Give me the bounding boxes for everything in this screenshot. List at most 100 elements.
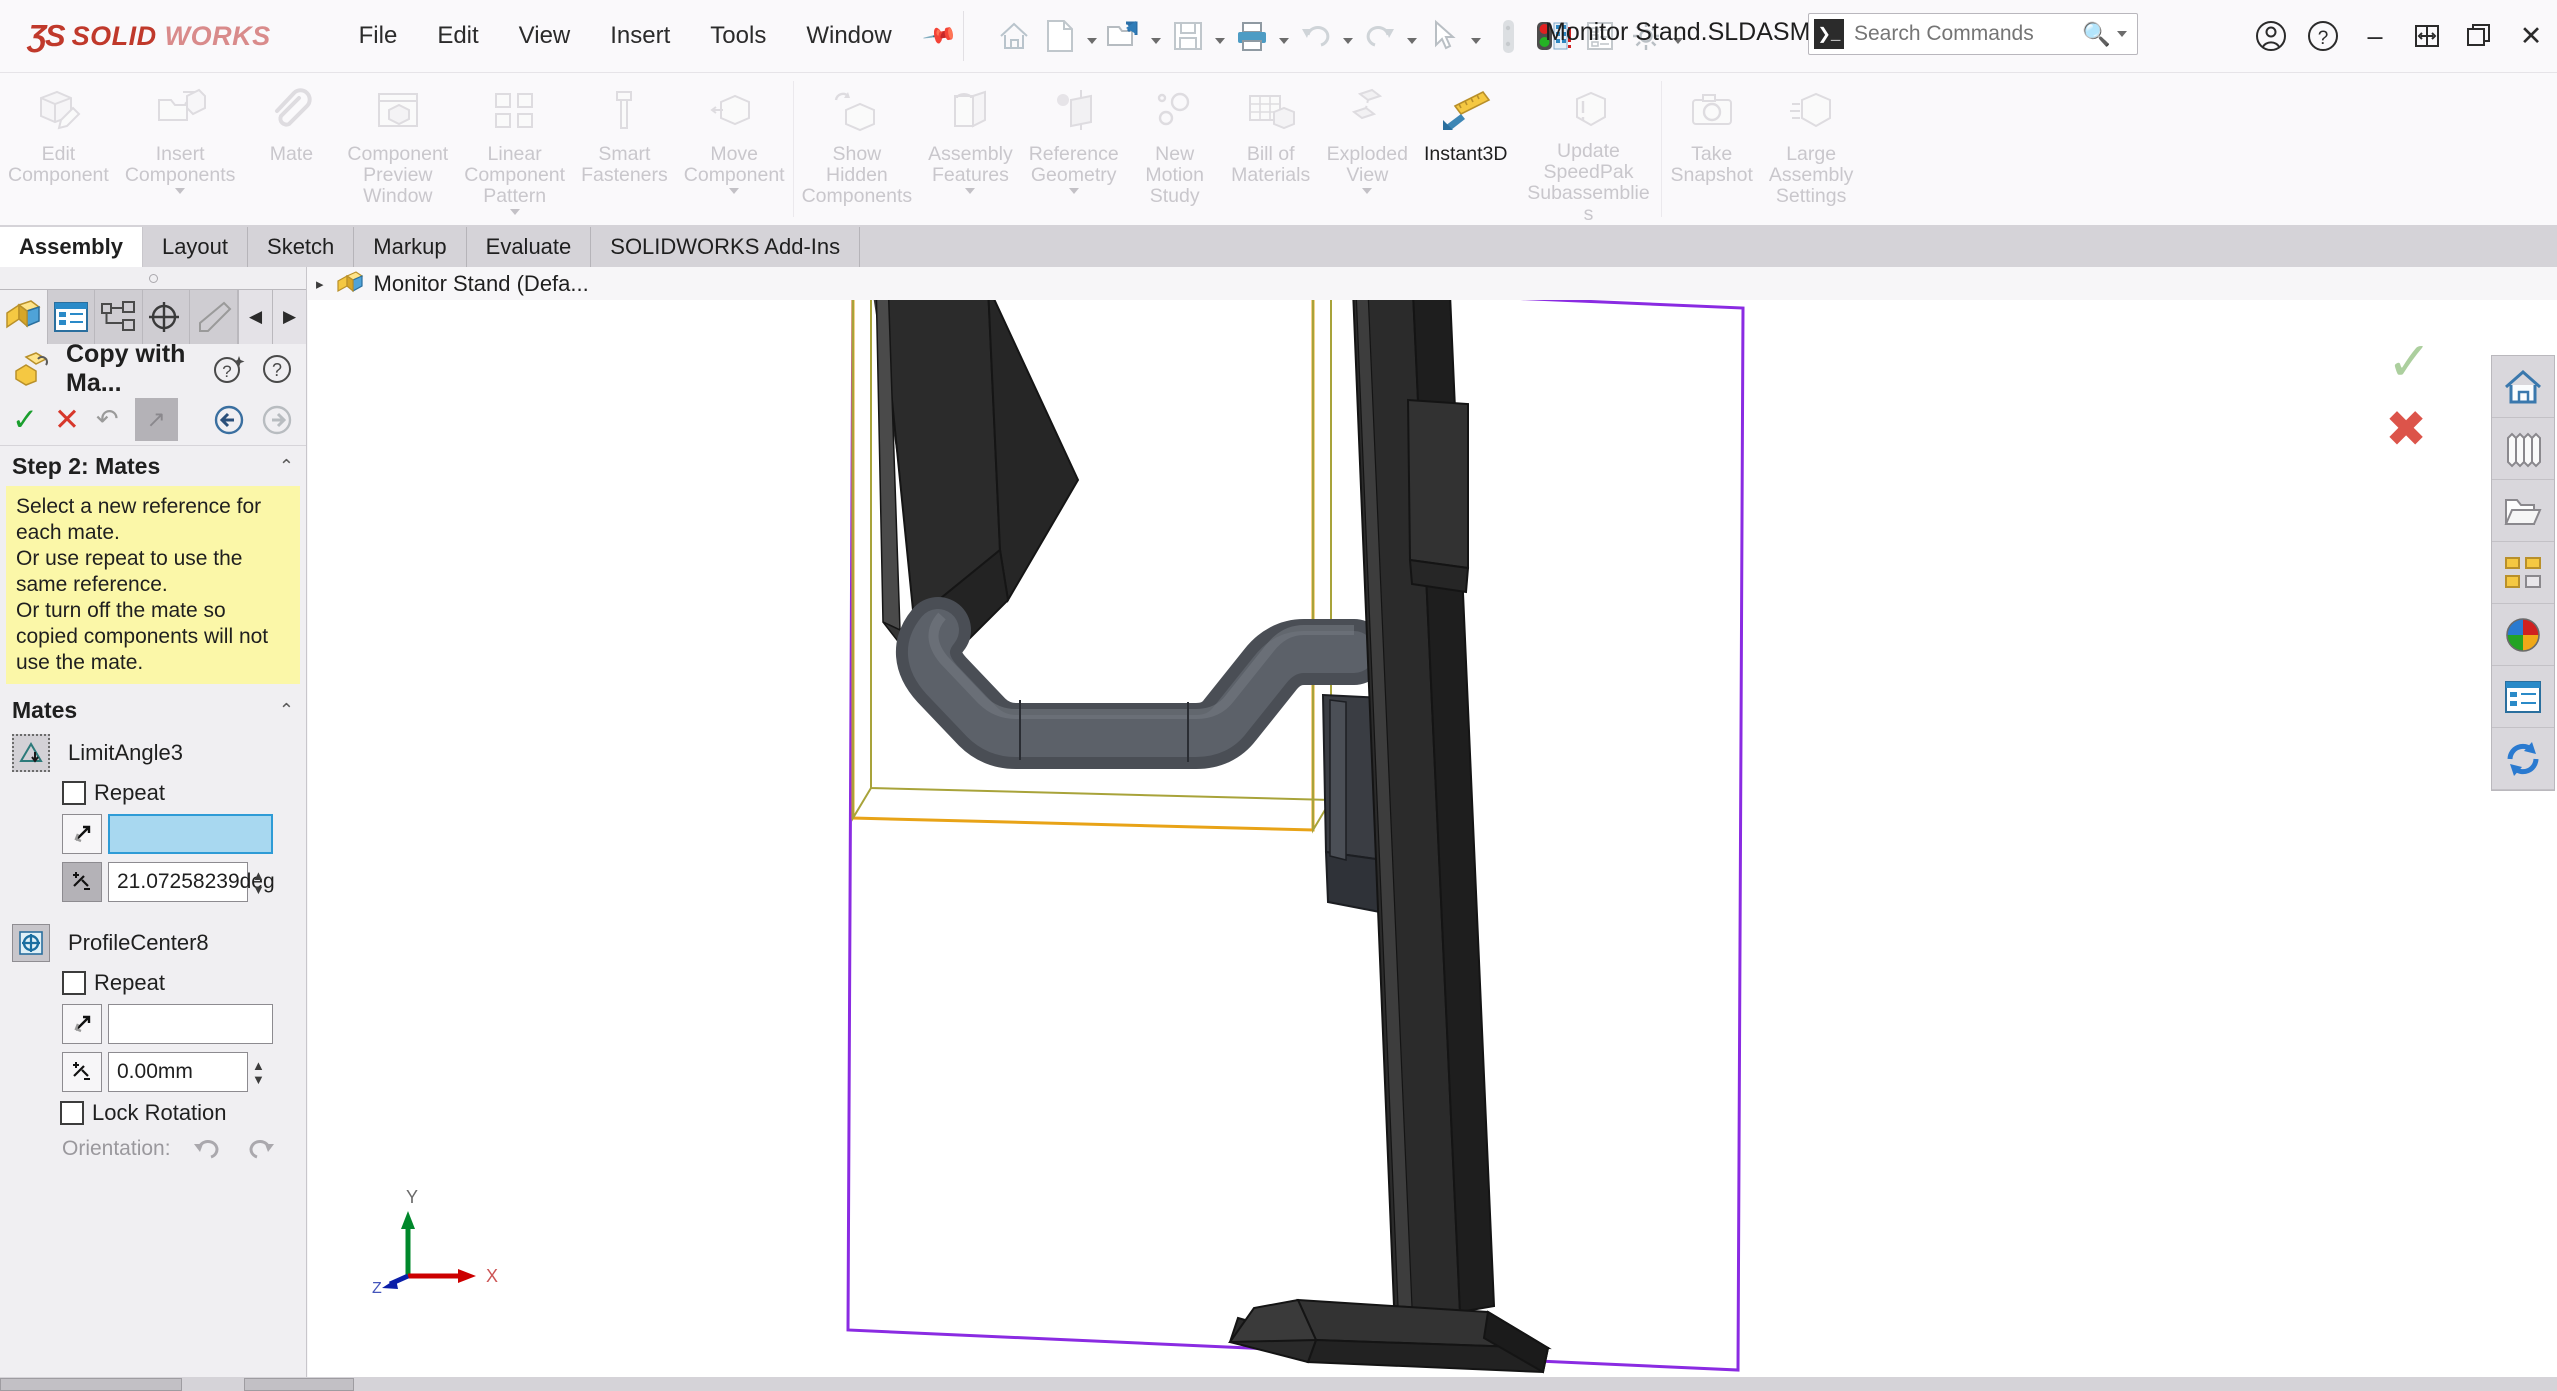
assembly-features-caret-icon[interactable] bbox=[965, 188, 975, 194]
property-manager-tab[interactable] bbox=[48, 290, 96, 344]
repeat-checkbox[interactable] bbox=[62, 971, 86, 995]
model-tab[interactable] bbox=[0, 1378, 182, 1391]
graphics-area[interactable]: – ✕ bbox=[308, 300, 2557, 1391]
account-icon[interactable] bbox=[2245, 6, 2297, 66]
select-reference-icon[interactable] bbox=[62, 814, 102, 854]
search-dropdown-caret-icon[interactable] bbox=[2117, 31, 2137, 37]
spinner-down-icon[interactable]: ▼ bbox=[252, 883, 270, 896]
next-step-button[interactable] bbox=[260, 403, 294, 437]
undo-icon[interactable] bbox=[1294, 12, 1338, 60]
rotate-ccw-icon[interactable] bbox=[193, 1136, 223, 1162]
select-caret-icon[interactable] bbox=[1468, 12, 1484, 60]
panel-splitter-handle[interactable] bbox=[0, 267, 306, 289]
reference-geometry-caret-icon[interactable] bbox=[1069, 188, 1079, 194]
mates-section-header[interactable]: Mates ⌃ bbox=[0, 690, 306, 730]
custom-properties-icon[interactable] bbox=[2492, 666, 2554, 728]
new-document-caret-icon[interactable] bbox=[1084, 12, 1100, 60]
ribbon-button-smart-fasteners[interactable]: Smart Fasteners bbox=[573, 73, 676, 225]
solidworks-forum-icon[interactable] bbox=[2492, 728, 2554, 790]
print-icon[interactable] bbox=[1230, 12, 1274, 60]
rotate-cw-icon[interactable] bbox=[245, 1136, 275, 1162]
lock-rotation-row[interactable]: Lock Rotation bbox=[0, 1096, 306, 1130]
menu-item-window[interactable]: Window bbox=[786, 16, 911, 56]
chevron-up-icon[interactable]: ⌃ bbox=[279, 456, 294, 477]
ribbon-button-take-snapshot[interactable]: Take Snapshot bbox=[1662, 73, 1760, 225]
ribbon-button-component-preview-window[interactable]: Component Preview Window bbox=[339, 73, 456, 225]
new-document-icon[interactable] bbox=[1038, 12, 1082, 60]
ribbon-button-mate[interactable]: Mate bbox=[243, 73, 339, 225]
ribbon-button-bill-of-materials[interactable]: Bill of Materials bbox=[1223, 73, 1319, 225]
solidworks-resources-home-icon[interactable] bbox=[2492, 356, 2554, 418]
print-caret-icon[interactable] bbox=[1276, 12, 1292, 60]
view-palette-icon[interactable] bbox=[2492, 542, 2554, 604]
mate-name-row[interactable]: LimitAngle3 bbox=[0, 730, 306, 776]
manager-tab-prev-button[interactable]: ◀ bbox=[238, 290, 272, 344]
manager-tab-next-button[interactable]: ▶ bbox=[272, 290, 306, 344]
feature-manager-tree-tab[interactable] bbox=[0, 290, 48, 344]
accept-button[interactable]: ✓ bbox=[12, 402, 38, 438]
linear-component-pattern-caret-icon[interactable] bbox=[510, 209, 520, 215]
design-library-icon[interactable] bbox=[2492, 418, 2554, 480]
tab-evaluate[interactable]: Evaluate bbox=[466, 227, 592, 267]
undo-caret-icon[interactable] bbox=[1340, 12, 1356, 60]
measure-icon[interactable] bbox=[1486, 12, 1530, 60]
open-document-caret-icon[interactable] bbox=[1148, 12, 1164, 60]
save-icon[interactable] bbox=[1166, 12, 1210, 60]
undo-button[interactable]: ↶ bbox=[96, 404, 119, 435]
tab-layout[interactable]: Layout bbox=[142, 227, 249, 267]
mate-value-field[interactable]: 0.00mm bbox=[108, 1052, 248, 1092]
mate-reference-field[interactable] bbox=[108, 1004, 273, 1044]
mate-value-icon[interactable] bbox=[62, 862, 102, 902]
ribbon-button-new-motion-study[interactable]: New Motion Study bbox=[1127, 73, 1223, 225]
help-question-icon[interactable]: ? bbox=[260, 352, 294, 386]
search-commands-box[interactable]: ❯_ 🔍 bbox=[1808, 13, 2138, 55]
ribbon-button-show-hidden-components[interactable]: Show Hidden Components bbox=[794, 73, 921, 225]
mate-value-spinner[interactable]: ▲ ▼ bbox=[252, 862, 270, 902]
previous-step-button[interactable] bbox=[212, 403, 246, 437]
ribbon-button-instant3d[interactable]: Instant3D bbox=[1416, 73, 1515, 225]
dimxpert-manager-tab[interactable] bbox=[143, 290, 191, 344]
search-input[interactable] bbox=[1854, 22, 2039, 46]
step-section-header[interactable]: Step 2: Mates ⌃ bbox=[0, 446, 306, 486]
feature-tree-root-item[interactable]: ▸ Monitor Stand (Defa... bbox=[308, 267, 2557, 297]
tab-sketch[interactable]: Sketch bbox=[248, 227, 355, 267]
move-component-caret-icon[interactable] bbox=[729, 188, 739, 194]
menu-item-file[interactable]: File bbox=[339, 16, 418, 56]
menu-item-tools[interactable]: Tools bbox=[690, 16, 786, 56]
spinner-down-icon[interactable]: ▼ bbox=[252, 1073, 270, 1086]
spinner-up-icon[interactable]: ▲ bbox=[252, 869, 270, 882]
mate-reference-field[interactable] bbox=[108, 814, 273, 854]
ribbon-button-reference-geometry[interactable]: Reference Geometry bbox=[1021, 73, 1127, 225]
cancel-button[interactable]: ✕ bbox=[54, 402, 80, 438]
chevron-up-icon[interactable]: ⌃ bbox=[279, 700, 294, 721]
redo-caret-icon[interactable] bbox=[1404, 12, 1420, 60]
ribbon-button-assembly-features[interactable]: Assembly Features bbox=[920, 73, 1021, 225]
motion-study-tab[interactable] bbox=[244, 1378, 354, 1391]
whats-new-help-icon[interactable]: ? bbox=[212, 352, 246, 386]
repeat-checkbox-row[interactable]: Repeat bbox=[0, 776, 306, 810]
restore-window-button[interactable] bbox=[2401, 6, 2453, 66]
repeat-checkbox[interactable] bbox=[62, 781, 86, 805]
ribbon-button-update-speedpak-subassemblies[interactable]: Update SpeedPak Subassemblies bbox=[1515, 73, 1661, 225]
expand-arrow-icon[interactable]: ▸ bbox=[316, 275, 324, 293]
ribbon-button-linear-component-pattern[interactable]: Linear Component Pattern bbox=[456, 73, 573, 225]
file-explorer-icon[interactable] bbox=[2492, 480, 2554, 542]
select-arrow-icon[interactable] bbox=[1422, 12, 1466, 60]
tab-assembly[interactable]: Assembly bbox=[0, 227, 143, 267]
exploded-view-caret-icon[interactable] bbox=[1362, 188, 1372, 194]
select-reference-icon[interactable] bbox=[62, 1004, 102, 1044]
minimize-button[interactable]: – bbox=[2349, 6, 2401, 66]
save-caret-icon[interactable] bbox=[1212, 12, 1228, 60]
help-question-icon[interactable]: ? bbox=[2297, 6, 2349, 66]
configuration-manager-tab[interactable] bbox=[95, 290, 143, 344]
monitor-stand-assembly-model[interactable] bbox=[308, 300, 2557, 1391]
insert-components-caret-icon[interactable] bbox=[175, 188, 185, 194]
ribbon-button-exploded-view[interactable]: Exploded View bbox=[1319, 73, 1416, 225]
mate-value-icon[interactable] bbox=[62, 1052, 102, 1092]
mate-value-spinner[interactable]: ▲ ▼ bbox=[252, 1052, 270, 1092]
display-manager-tab[interactable] bbox=[190, 290, 238, 344]
redo-icon[interactable] bbox=[1358, 12, 1402, 60]
ribbon-button-insert-components[interactable]: Insert Components bbox=[117, 73, 244, 225]
open-document-icon[interactable] bbox=[1102, 12, 1146, 60]
tab-solidworks-addins[interactable]: SOLIDWORKS Add-Ins bbox=[591, 227, 861, 267]
